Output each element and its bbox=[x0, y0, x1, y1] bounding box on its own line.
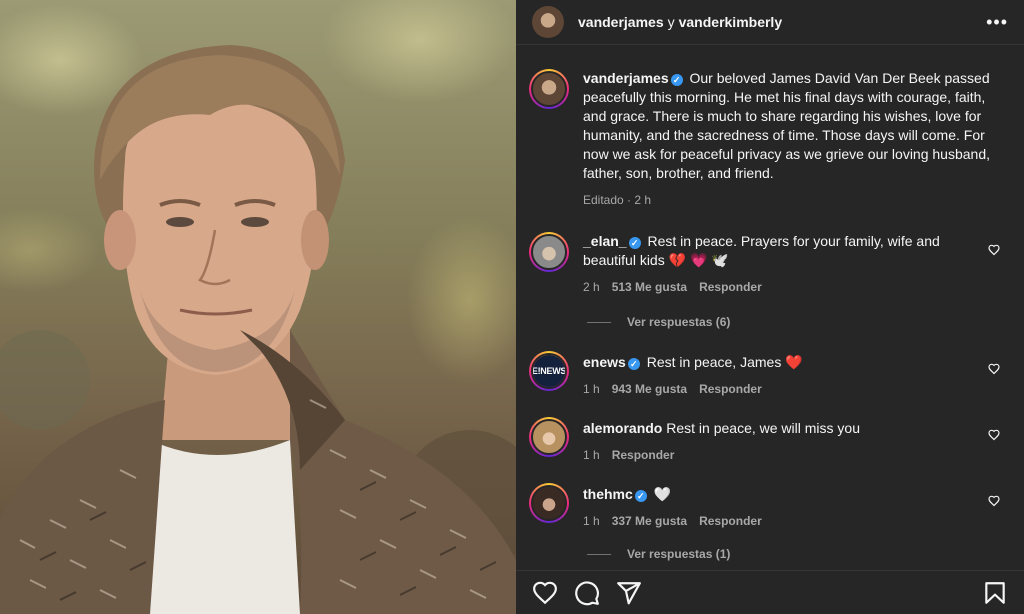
broken-heart-emoji: 💔 bbox=[668, 252, 687, 268]
comment-body: alemorando Rest in peace, we will miss y… bbox=[583, 417, 1008, 465]
caption-text: Our beloved James David Van Der Beek pas… bbox=[583, 70, 990, 181]
comment-icon[interactable] bbox=[574, 580, 600, 606]
replies-divider bbox=[587, 321, 611, 323]
comment-username[interactable]: thehmc bbox=[583, 486, 633, 502]
comment-enews: E!NEWS enews ✓ Rest in peace, James ❤️ 1 … bbox=[529, 351, 1008, 399]
reply-button[interactable]: Responder bbox=[699, 512, 762, 531]
portrait-illustration bbox=[0, 45, 516, 614]
comment-username[interactable]: alemorando bbox=[583, 420, 662, 436]
dove-emoji: 🕊️ bbox=[711, 252, 729, 268]
comment-meta: 1 h 943 Me gusta Responder bbox=[583, 380, 976, 399]
comments-list: vanderjames ✓ Our beloved James David Van… bbox=[516, 45, 1024, 561]
like-comment-heart-icon[interactable] bbox=[988, 429, 1000, 441]
more-horizontal-icon[interactable]: ••• bbox=[986, 12, 1008, 33]
comment-meta: 1 h 337 Me gusta Responder bbox=[583, 512, 976, 531]
header-usernames: vanderjames y vanderkimberly bbox=[578, 14, 782, 30]
like-comment-heart-icon[interactable] bbox=[988, 244, 1000, 256]
reply-button[interactable]: Responder bbox=[699, 278, 762, 297]
comment-likes[interactable]: 513 Me gusta bbox=[612, 278, 687, 297]
comment-likes[interactable]: 943 Me gusta bbox=[612, 380, 687, 399]
comment-avatar-thehmc[interactable] bbox=[529, 483, 569, 523]
reply-button[interactable]: Responder bbox=[612, 446, 675, 465]
view-replies-button[interactable]: Ver respuestas (1) bbox=[587, 547, 1008, 561]
comment-avatar-elan[interactable] bbox=[529, 232, 569, 272]
caption-body: vanderjames ✓ Our beloved James David Van… bbox=[583, 69, 1008, 210]
post-viewer: vanderjames y vanderkimberly ••• vanderjam… bbox=[0, 0, 1024, 614]
comment-username[interactable]: enews bbox=[583, 354, 626, 370]
view-replies-button[interactable]: Ver respuestas (6) bbox=[587, 315, 1008, 329]
heart-outline-icon[interactable] bbox=[532, 580, 558, 606]
comment-text: Rest in peace, James bbox=[646, 354, 782, 370]
verified-badge-icon: ✓ bbox=[628, 237, 641, 249]
comment-avatar-alemorando[interactable] bbox=[529, 417, 569, 457]
verified-badge-icon: ✓ bbox=[670, 74, 683, 86]
action-bar bbox=[516, 570, 1024, 614]
pink-heart-emoji: 💗 bbox=[689, 252, 708, 268]
verified-badge-icon: ✓ bbox=[627, 358, 640, 370]
comment-alemorando: alemorando Rest in peace, we will miss y… bbox=[529, 417, 1008, 465]
like-comment-heart-icon[interactable] bbox=[988, 363, 1000, 375]
comment-meta: 1 h Responder bbox=[583, 446, 976, 465]
caption: vanderjames ✓ Our beloved James David Van… bbox=[529, 69, 1008, 210]
header-connector: y bbox=[667, 14, 675, 30]
verified-badge-icon: ✓ bbox=[634, 490, 647, 502]
post-header: vanderjames y vanderkimberly ••• bbox=[516, 0, 1024, 45]
comment-time: 1 h bbox=[583, 514, 600, 528]
comment-time: 1 h bbox=[583, 382, 600, 396]
comment-body: thehmc ✓ 🤍 1 h 337 Me gusta Responder bbox=[583, 483, 1008, 531]
comment-likes[interactable]: 337 Me gusta bbox=[612, 512, 687, 531]
comment-username[interactable]: _elan_ bbox=[583, 233, 627, 249]
red-heart-emoji: ❤️ bbox=[785, 354, 803, 370]
caption-meta-text: Editado · 2 h bbox=[583, 193, 652, 207]
header-user2[interactable]: vanderkimberly bbox=[679, 14, 783, 30]
comment-body: _elan_ ✓ Rest in peace. Prayers for your … bbox=[583, 232, 1008, 297]
paper-plane-icon[interactable] bbox=[616, 580, 642, 606]
view-replies-label: Ver respuestas (6) bbox=[627, 315, 731, 329]
header-avatar[interactable] bbox=[532, 6, 564, 38]
comment-time: 2 h bbox=[583, 280, 600, 294]
white-heart-emoji: 🤍 bbox=[653, 486, 672, 502]
comment-text: Rest in peace, we will miss you bbox=[666, 420, 860, 436]
like-comment-heart-icon[interactable] bbox=[988, 495, 1000, 507]
view-replies-label: Ver respuestas (1) bbox=[627, 547, 731, 561]
comment-meta: 2 h 513 Me gusta Responder bbox=[583, 278, 976, 297]
header-user1[interactable]: vanderjames bbox=[578, 14, 664, 30]
caption-username[interactable]: vanderjames bbox=[583, 70, 669, 86]
comment-elan: _elan_ ✓ Rest in peace. Prayers for your … bbox=[529, 232, 1008, 297]
enews-logo: E!NEWS bbox=[533, 355, 565, 387]
comment-time: 1 h bbox=[583, 448, 600, 462]
bookmark-icon[interactable] bbox=[982, 580, 1008, 606]
post-photo[interactable] bbox=[0, 0, 516, 614]
comment-thehmc: thehmc ✓ 🤍 1 h 337 Me gusta Responder bbox=[529, 483, 1008, 531]
post-side-panel: vanderjames y vanderkimberly ••• vanderjam… bbox=[516, 0, 1024, 614]
replies-divider bbox=[587, 553, 611, 555]
comment-avatar-enews[interactable]: E!NEWS bbox=[529, 351, 569, 391]
comment-body: enews ✓ Rest in peace, James ❤️ 1 h 943 M… bbox=[583, 351, 1008, 399]
reply-button[interactable]: Responder bbox=[699, 380, 762, 399]
caption-meta: Editado · 2 h bbox=[583, 191, 1008, 210]
caption-avatar[interactable] bbox=[529, 69, 569, 109]
